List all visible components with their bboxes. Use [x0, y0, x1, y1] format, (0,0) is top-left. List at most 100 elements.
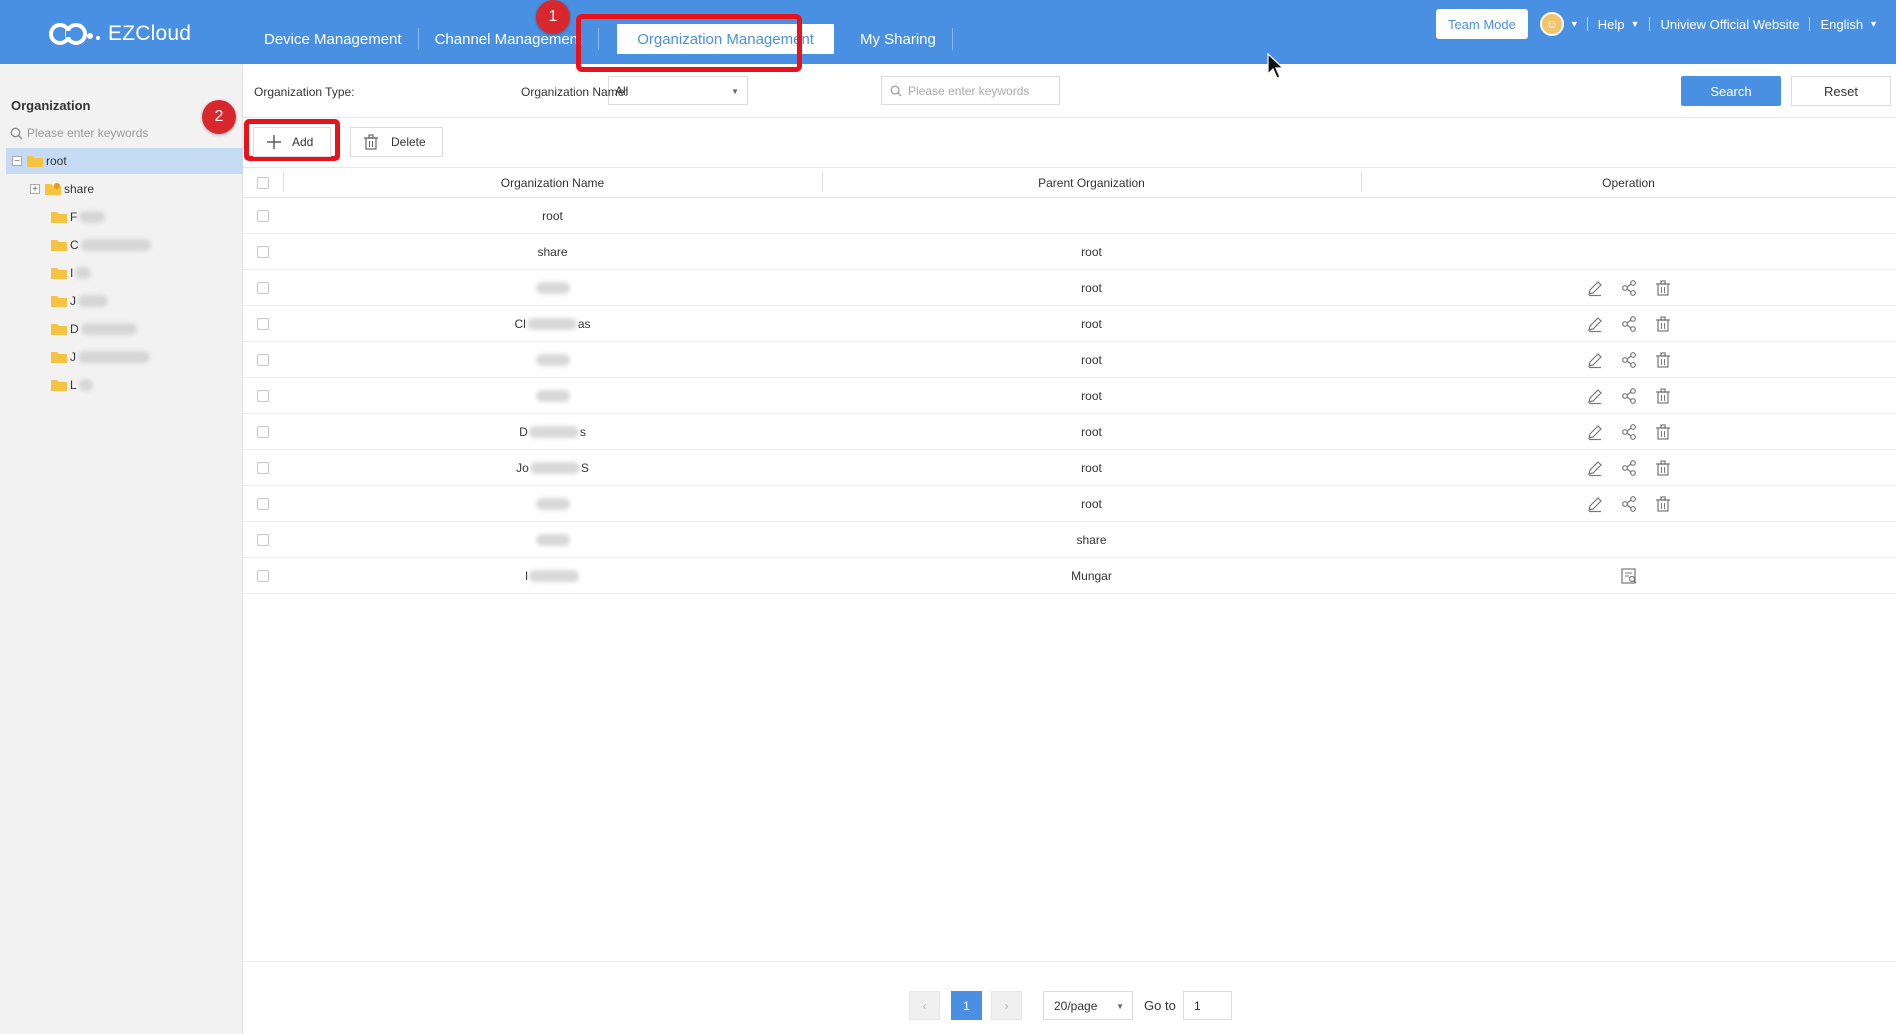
parent-org-cell: root — [1081, 352, 1102, 367]
delete-icon[interactable] — [1654, 387, 1672, 405]
table-row[interactable]: root — [243, 198, 1896, 234]
org-name-search-input[interactable]: Please enter keywords — [881, 76, 1060, 105]
reset-button[interactable]: Reset — [1791, 76, 1891, 106]
table-row[interactable]: share root — [243, 234, 1896, 270]
row-checkbox[interactable] — [257, 425, 269, 438]
tree-node-leaf[interactable]: D — [50, 316, 137, 342]
table-row[interactable]: root — [243, 342, 1896, 378]
team-mode-button[interactable]: Team Mode — [1435, 9, 1528, 39]
redacted-text — [529, 461, 580, 474]
nav-channel-management[interactable]: Channel Management — [419, 24, 599, 54]
delete-icon[interactable] — [1654, 459, 1672, 477]
share-icon[interactable] — [1620, 351, 1638, 369]
org-name-text: I — [524, 568, 529, 583]
plus-icon — [267, 135, 281, 149]
expand-icon[interactable]: + — [30, 184, 40, 195]
help-menu[interactable]: Help ▼ — [1598, 17, 1640, 32]
prev-page-button[interactable]: ‹ — [909, 991, 940, 1020]
nav-organization-management[interactable]: Organization Management — [617, 24, 834, 54]
page-size-select[interactable]: 20/page ▼ — [1043, 991, 1133, 1020]
row-checkbox[interactable] — [257, 281, 269, 294]
edit-icon[interactable] — [1586, 351, 1604, 369]
sidebar-search[interactable]: Please enter keywords — [10, 126, 148, 140]
tree-node-leaf[interactable]: J — [50, 288, 108, 314]
org-name-tail: s — [579, 424, 586, 439]
row-select-cell — [243, 342, 283, 377]
delete-icon[interactable] — [1654, 279, 1672, 297]
goto-label: Go to — [1144, 998, 1176, 1013]
official-website-link[interactable]: Uniview Official Website — [1660, 17, 1799, 32]
edit-icon[interactable] — [1586, 279, 1604, 297]
table-row[interactable]: Jo Sroot — [243, 450, 1896, 486]
table-row[interactable]: Ds root — [243, 414, 1896, 450]
edit-icon[interactable] — [1586, 459, 1604, 477]
table-row[interactable]: root — [243, 486, 1896, 522]
nav-device-management[interactable]: Device Management — [248, 24, 418, 54]
search-icon — [890, 85, 902, 97]
row-checkbox[interactable] — [257, 353, 269, 366]
edit-icon[interactable] — [1586, 423, 1604, 441]
row-checkbox[interactable] — [257, 389, 269, 402]
tree-node-root[interactable]: − root — [6, 148, 243, 174]
share-icon[interactable] — [1620, 315, 1638, 333]
org-name-label: Organization Name: — [521, 85, 628, 99]
tree-node-leaf[interactable]: L — [50, 372, 93, 398]
folder-icon — [51, 296, 67, 307]
tree-node-leaf[interactable]: J — [50, 344, 150, 370]
search-icon — [10, 127, 23, 139]
delete-icon[interactable] — [1654, 315, 1672, 333]
add-button[interactable]: Add — [253, 127, 331, 157]
tree-node-share[interactable]: + share — [30, 176, 94, 202]
row-checkbox[interactable] — [257, 209, 269, 222]
delete-icon[interactable] — [1654, 495, 1672, 513]
row-checkbox[interactable] — [257, 497, 269, 510]
edit-icon[interactable] — [1586, 315, 1604, 333]
share-icon[interactable] — [1620, 387, 1638, 405]
table-row[interactable]: root — [243, 270, 1896, 306]
table-row[interactable]: Cl as root — [243, 306, 1896, 342]
nav-my-sharing[interactable]: My Sharing — [844, 24, 952, 54]
page-1-button[interactable]: 1 — [951, 991, 982, 1020]
row-checkbox[interactable] — [257, 533, 269, 546]
edit-icon[interactable] — [1586, 495, 1604, 513]
ezcloud-logo[interactable]: EZCloud — [48, 20, 191, 48]
tree-node-leaf[interactable]: I — [50, 260, 92, 286]
row-checkbox[interactable] — [257, 317, 269, 330]
user-avatar[interactable]: ☺ — [1539, 12, 1564, 36]
language-menu[interactable]: English ▼ — [1820, 17, 1886, 32]
table-row[interactable]: root — [243, 378, 1896, 414]
row-actions — [1586, 387, 1672, 405]
org-type-select[interactable]: All ▼ — [608, 76, 748, 105]
operation-cell — [1361, 198, 1896, 233]
share-icon[interactable] — [1620, 459, 1638, 477]
delete-button[interactable]: Delete — [350, 127, 443, 157]
table-row[interactable]: share — [243, 522, 1896, 558]
operation-cell — [1361, 342, 1896, 377]
edit-icon[interactable] — [1586, 387, 1604, 405]
goto-page-input[interactable]: 1 — [1183, 991, 1232, 1020]
share-icon[interactable] — [1620, 279, 1638, 297]
nav-divider — [951, 28, 953, 50]
row-checkbox[interactable] — [257, 461, 269, 474]
view-details-icon[interactable] — [1620, 567, 1638, 585]
parent-org-cell: root — [1081, 460, 1102, 475]
row-actions — [1586, 495, 1672, 513]
table-row[interactable]: I Mungar — [243, 558, 1896, 594]
row-actions — [1586, 459, 1672, 477]
search-button[interactable]: Search — [1681, 76, 1781, 106]
tree-node-leaf[interactable]: F — [50, 204, 106, 230]
next-page-button[interactable]: › — [991, 991, 1022, 1020]
tree-node-label: J — [70, 350, 76, 364]
select-all-checkbox[interactable] — [257, 176, 269, 189]
row-checkbox[interactable] — [257, 245, 269, 258]
tree-node-leaf[interactable]: C — [50, 232, 151, 258]
row-checkbox[interactable] — [257, 569, 269, 582]
share-icon[interactable] — [1620, 423, 1638, 441]
share-icon[interactable] — [1620, 495, 1638, 513]
delete-icon[interactable] — [1654, 351, 1672, 369]
collapse-icon[interactable]: − — [12, 156, 22, 167]
delete-icon[interactable] — [1654, 423, 1672, 441]
chevron-down-icon[interactable]: ▼ — [1570, 19, 1579, 29]
folder-icon — [51, 380, 67, 391]
redacted-text — [535, 533, 570, 546]
